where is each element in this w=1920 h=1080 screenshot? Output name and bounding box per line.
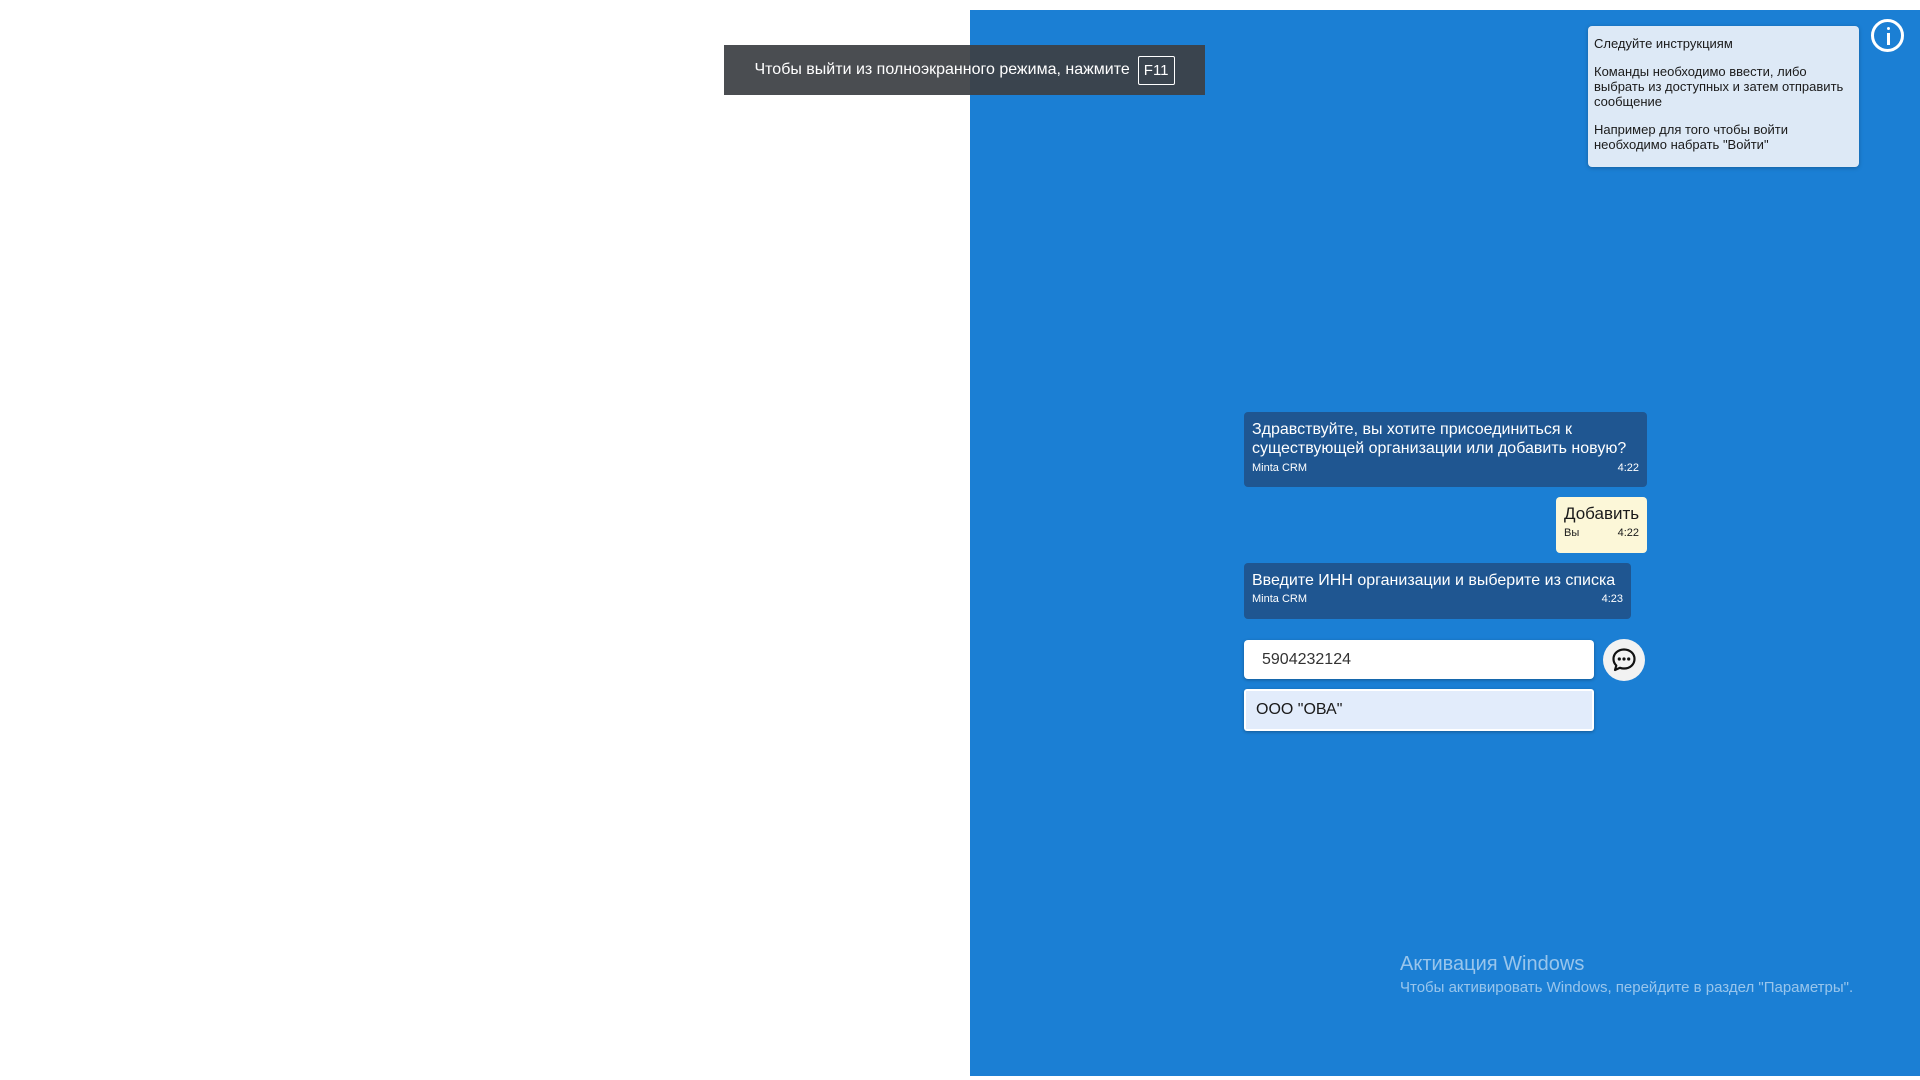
message-time: 4:23 [1601,593,1623,605]
inn-input[interactable] [1244,640,1594,679]
suggestion-dropdown: ООО "ОВА" [1244,689,1594,731]
fullscreen-notice-text: Чтобы выйти из полноэкранного режима, на… [754,61,1130,78]
activation-title: Активация Windows [1400,953,1585,975]
user-message: Добавить Вы 4:22 [1556,497,1647,553]
chat-panel [970,10,1920,1076]
instructions-title: Следуйте инструкциям [1594,36,1733,51]
suggestion-option[interactable]: ООО "ОВА" [1246,691,1592,729]
message-text: Здравствуйте, вы хотите присоединиться к… [1252,421,1627,457]
message-text: Добавить [1564,504,1640,523]
inn-input-container [1244,640,1594,679]
instructions-example: Например для того чтобы войти необходимо… [1594,122,1788,152]
f11-key-label: F11 [1137,55,1175,85]
message-sender: Minta CRM [1252,593,1308,605]
message-time: 4:22 [1617,462,1639,474]
send-button[interactable] [1603,639,1645,681]
message-text: Введите ИНН организации и выберите из сп… [1252,572,1616,589]
bot-message: Здравствуйте, вы хотите присоединиться к… [1244,412,1647,487]
info-icon[interactable] [1871,19,1904,52]
fullscreen-exit-notice: Чтобы выйти из полноэкранного режима, на… [724,45,1205,95]
chat-bubble-icon [1612,648,1636,672]
activation-subtitle: Чтобы активировать Windows, перейдите в … [1400,979,1854,996]
instructions-line: Команды необходимо ввести, либо выбрать … [1594,64,1844,109]
instructions-tooltip: Следуйте инструкциям Команды необходимо … [1588,26,1859,167]
bot-message: Введите ИНН организации и выберите из сп… [1244,563,1631,619]
message-sender: Minta CRM [1252,462,1308,474]
windows-activation-watermark: Активация Windows Чтобы активировать Win… [1400,953,1853,996]
message-time: 4:22 [1617,527,1639,539]
message-sender: Вы [1564,527,1580,539]
